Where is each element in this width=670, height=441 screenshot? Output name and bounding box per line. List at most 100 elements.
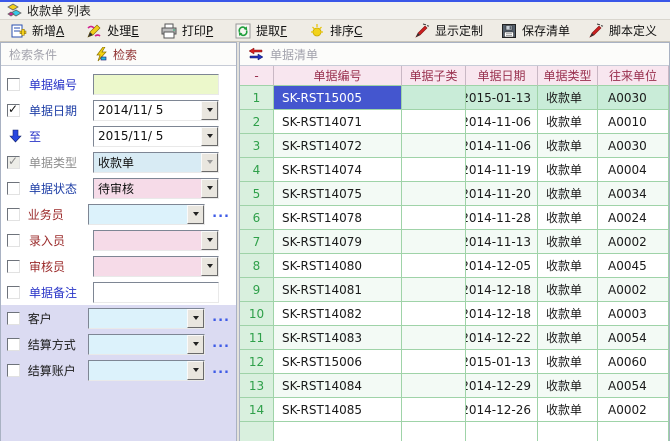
column-header-4[interactable]: 单据类型 (538, 66, 598, 86)
search-button[interactable]: 检索 (93, 46, 137, 63)
auditor-dropdown[interactable] (93, 256, 219, 277)
cell-date[interactable]: 2014-11-13 (466, 230, 538, 254)
cell-type[interactable]: 收款单 (538, 254, 598, 278)
customer-checkbox[interactable] (7, 312, 20, 325)
cell-type[interactable]: 收款单 (538, 374, 598, 398)
cell-unit[interactable]: A0004 (598, 158, 669, 182)
cell-date[interactable]: 2015-01-13 (466, 350, 538, 374)
cell-type[interactable]: 收款单 (538, 182, 598, 206)
dropdown-arrow-button[interactable] (201, 179, 218, 198)
cell-num[interactable]: 10 (240, 302, 274, 326)
cell-subclass[interactable] (402, 302, 466, 326)
cell-code[interactable]: SK-RST14074 (274, 158, 402, 182)
cell-subclass[interactable] (402, 86, 466, 110)
print-button[interactable]: 打印P (158, 20, 216, 41)
cell-code[interactable]: SK-RST14075 (274, 182, 402, 206)
cell-num[interactable]: 12 (240, 350, 274, 374)
cell-date[interactable]: 2014-12-05 (466, 254, 538, 278)
sort-button[interactable]: 排序C (306, 20, 365, 41)
cell-num[interactable]: 14 (240, 398, 274, 422)
customer-more-button[interactable]: ... (212, 315, 230, 321)
cell-subclass[interactable] (402, 230, 466, 254)
cell-code[interactable]: SK-RST15005 (274, 86, 402, 110)
cell-type[interactable]: 收款单 (538, 134, 598, 158)
salesman-checkbox[interactable] (7, 208, 20, 221)
cell-num[interactable]: 13 (240, 374, 274, 398)
cell-date[interactable]: 2014-11-20 (466, 182, 538, 206)
settle-method-checkbox[interactable] (7, 338, 20, 351)
settle-method-more-button[interactable]: ... (212, 341, 230, 347)
entry-clerk-checkbox[interactable] (7, 234, 20, 247)
cell-unit[interactable]: A0030 (598, 134, 669, 158)
dropdown-arrow-button[interactable] (201, 101, 218, 120)
cell-date[interactable]: 2015-01-13 (466, 86, 538, 110)
cell-unit[interactable]: A0054 (598, 374, 669, 398)
cell-code[interactable]: SK-RST14079 (274, 230, 402, 254)
cell-subclass[interactable] (402, 134, 466, 158)
doc-date-checkbox[interactable] (7, 104, 20, 117)
cell-unit[interactable]: A0060 (598, 350, 669, 374)
cell-date[interactable]: 2014-12-18 (466, 278, 538, 302)
dropdown-arrow-button[interactable] (187, 335, 204, 354)
cell-unit[interactable]: A0030 (598, 86, 669, 110)
dropdown-arrow-button[interactable] (201, 231, 218, 250)
cell-date[interactable]: 2014-11-06 (466, 110, 538, 134)
cell-type[interactable]: 收款单 (538, 278, 598, 302)
cell-unit[interactable]: A0024 (598, 206, 669, 230)
cell-type[interactable]: 收款单 (538, 302, 598, 326)
cell-type[interactable]: 收款单 (538, 206, 598, 230)
doc-status-dropdown[interactable]: 待审核 (93, 178, 219, 199)
cell-code[interactable]: SK-RST14071 (274, 110, 402, 134)
doc-date-dropdown[interactable]: 2014/11/ 5 (93, 100, 219, 121)
extract-button[interactable]: 提取F (232, 20, 290, 41)
doc-status-checkbox[interactable] (7, 182, 20, 195)
display-customize-button[interactable]: 显示定制 (411, 20, 486, 41)
settle-account-dropdown[interactable] (88, 360, 206, 381)
cell-type[interactable]: 收款单 (538, 86, 598, 110)
cell-code[interactable]: SK-RST14083 (274, 326, 402, 350)
cell-code[interactable]: SK-RST14084 (274, 374, 402, 398)
cell-subclass[interactable] (402, 158, 466, 182)
new-button[interactable]: 新增A (8, 20, 67, 41)
cell-unit[interactable]: A0034 (598, 182, 669, 206)
doc-remark-checkbox[interactable] (7, 286, 20, 299)
cell-num[interactable]: 9 (240, 278, 274, 302)
salesman-more-button[interactable]: ... (212, 211, 230, 217)
cell-num[interactable]: 5 (240, 182, 274, 206)
cell-unit[interactable]: A0002 (598, 278, 669, 302)
cell-subclass[interactable] (402, 374, 466, 398)
cell-unit[interactable]: A0002 (598, 230, 669, 254)
doc-remark-input[interactable] (93, 282, 219, 303)
dropdown-arrow-button[interactable] (187, 205, 204, 224)
doc-number-input[interactable] (93, 74, 219, 95)
cell-num[interactable]: 3 (240, 134, 274, 158)
cell-code[interactable]: SK-RST14085 (274, 398, 402, 422)
settle-account-more-button[interactable]: ... (212, 367, 230, 373)
cell-subclass[interactable] (402, 182, 466, 206)
cell-subclass[interactable] (402, 350, 466, 374)
cell-subclass[interactable] (402, 254, 466, 278)
settle-account-checkbox[interactable] (7, 364, 20, 377)
cell-num[interactable]: 1 (240, 86, 274, 110)
cell-type[interactable]: 收款单 (538, 350, 598, 374)
cell-type[interactable]: 收款单 (538, 398, 598, 422)
dropdown-arrow-button[interactable] (187, 309, 204, 328)
cell-type[interactable]: 收款单 (538, 326, 598, 350)
doc-type-checkbox[interactable] (7, 156, 20, 169)
process-button[interactable]: 处理E (83, 20, 142, 41)
customer-dropdown[interactable] (88, 308, 206, 329)
settle-method-dropdown[interactable] (88, 334, 206, 355)
dropdown-arrow-button[interactable] (201, 153, 218, 172)
cell-type[interactable]: 收款单 (538, 158, 598, 182)
cell-num[interactable]: 4 (240, 158, 274, 182)
salesman-dropdown[interactable] (88, 204, 206, 225)
cell-date[interactable]: 2014-12-26 (466, 398, 538, 422)
cell-code[interactable]: SK-RST14078 (274, 206, 402, 230)
cell-unit[interactable]: A0002 (598, 398, 669, 422)
cell-subclass[interactable] (402, 326, 466, 350)
cell-code[interactable]: SK-RST14080 (274, 254, 402, 278)
dropdown-arrow-button[interactable] (201, 257, 218, 276)
cell-subclass[interactable] (402, 398, 466, 422)
cell-num[interactable]: 8 (240, 254, 274, 278)
date-to-dropdown[interactable]: 2015/11/ 5 (93, 126, 219, 147)
